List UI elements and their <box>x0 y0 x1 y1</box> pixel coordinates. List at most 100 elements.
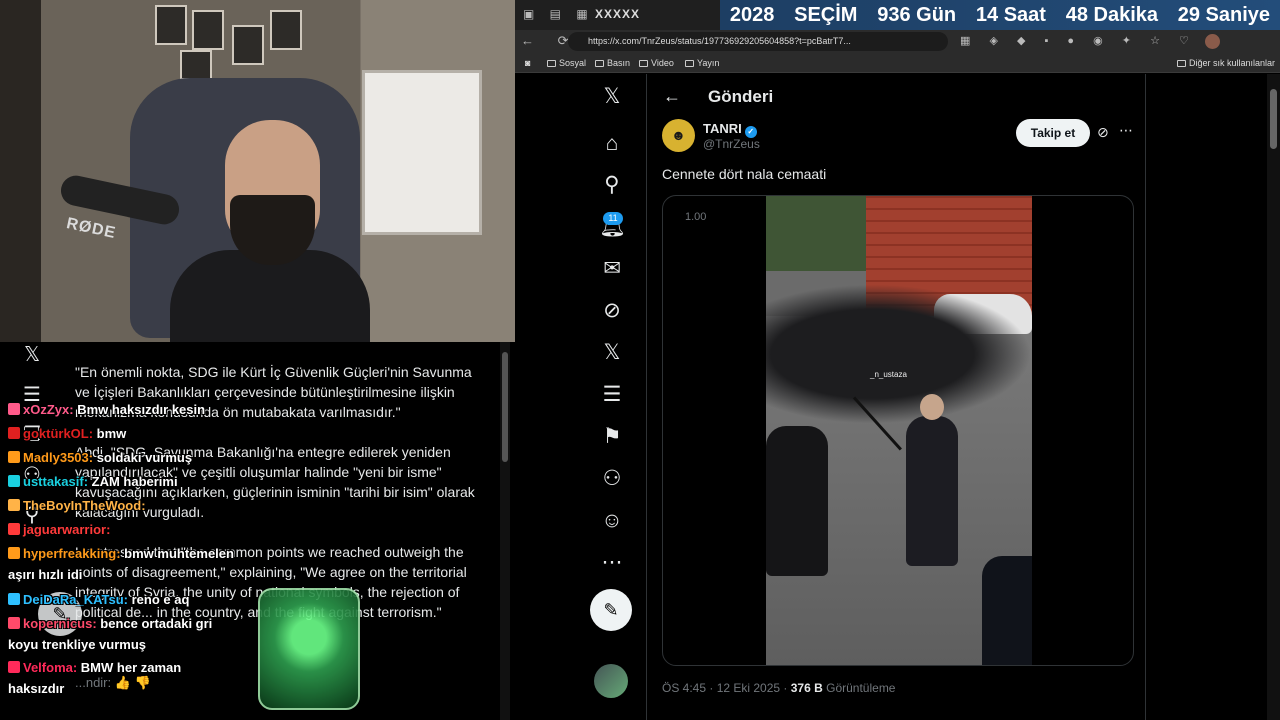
folder-icon <box>547 60 556 67</box>
countdown-label: SEÇİM <box>794 3 858 26</box>
chat-username: TheBoyInTheWood: <box>23 498 146 513</box>
post-text: Cennete dört nala cemaati <box>662 166 827 182</box>
chat-badge-icon <box>8 593 20 605</box>
video-frame[interactable]: _n_ustaza <box>766 196 1032 665</box>
tab-icons[interactable]: ▣ ▤ ▦ <box>523 7 594 21</box>
chat-message: xOzZyx: Bmw haksızdır kesin <box>8 402 205 417</box>
author-name[interactable]: TANRI ✓ <box>703 121 757 138</box>
thumbs-down-icon[interactable]: 👎 <box>135 675 151 690</box>
chat-badge-icon <box>8 661 20 673</box>
tab-strip-label[interactable]: XXXXX <box>595 7 640 21</box>
chat-badge-icon <box>8 403 20 415</box>
chat-text: ZAM haberimi <box>91 474 178 489</box>
notification-badge: 11 <box>603 212 623 225</box>
mail-icon[interactable]: ✉ <box>599 256 625 282</box>
chat-text: aşırı hızlı idi <box>8 567 83 582</box>
chat-text: bence ortadaki gri <box>100 616 213 631</box>
countdown-days: 936 Gün <box>877 3 957 26</box>
bookmark-folder[interactable]: Basın <box>595 58 630 68</box>
countdown-minutes: 48 Dakika <box>1065 3 1158 26</box>
thumbs-up-icon[interactable]: 👍 <box>115 675 131 690</box>
left-scrollbar[interactable] <box>500 342 510 720</box>
folder-icon <box>595 60 604 67</box>
chat-text: bmw muhtemelen <box>124 546 234 561</box>
countdown-hours: 14 Saat <box>975 3 1046 26</box>
chat-message: DeiDaRa_KATsu: reno e aq <box>8 592 189 607</box>
x-logo-icon[interactable]: 𝕏 <box>599 84 625 110</box>
chat-badge-icon <box>8 617 20 629</box>
chat-text: haksızdır <box>8 681 65 696</box>
playback-speed[interactable]: 1.00 <box>685 211 706 223</box>
chat-text: Bmw haksızdır kesin <box>77 402 206 417</box>
post-column: ← Gönderi ☻ TANRI ✓ @TnrZeus Takip et ⊘ ⋯… <box>646 74 1146 720</box>
extension-icons[interactable]: ▦ ◈ ◆ ▪ ● ◉ ✦ ☆ ♡ ◎ <box>960 34 1226 47</box>
home-icon[interactable]: ⌂ <box>599 131 625 157</box>
folder-icon <box>639 60 648 67</box>
whiteboard <box>362 70 482 235</box>
user-avatar[interactable] <box>594 664 628 698</box>
lists-icon[interactable]: ☰ <box>599 382 625 408</box>
back-arrow-icon[interactable]: ← <box>663 86 681 107</box>
more-options-icon[interactable]: ⋯ <box>1119 122 1133 139</box>
bookmark-icon[interactable]: ⚑ <box>599 424 625 450</box>
chat-username: DeiDaRa_KATsu: <box>23 592 132 607</box>
chat-username: xOzZyx: <box>23 402 78 417</box>
page-scrollbar[interactable] <box>1267 74 1280 720</box>
chat-badge-icon <box>8 427 20 439</box>
x-page: 𝕏 ⌂ ⚲ 🔔︎ ✉ ⊘ 𝕏 ☰ ⚑ ⚇ ☺ ⋯ 11 ✎ ← Gönderi … <box>515 74 1280 720</box>
communities-icon[interactable]: ⚇ <box>599 466 625 492</box>
grok-icon[interactable]: ⊘ <box>599 298 625 324</box>
chat-badge-icon <box>8 475 20 487</box>
chat-badge-icon <box>8 547 20 559</box>
chat-username: usttakasif: <box>23 474 92 489</box>
screen: RØDE 𝕏 ☰ ❐ ⚇ ⚲ ⋯ ✎ "En önemli nokta, SDG… <box>0 0 1280 720</box>
folder-icon <box>1177 60 1186 67</box>
chat-username: hyperfreakking: <box>23 546 125 561</box>
chat-message: aşırı hızlı idi <box>8 567 82 582</box>
chat-text: soldaki vurmuş <box>96 450 193 465</box>
streamer <box>170 100 370 342</box>
chat-message: kopernicus: bence ortadaki gri <box>8 616 212 631</box>
address-bar: ← ⟳ https://x.com/TnrZeus/status/1977369… <box>515 30 1280 53</box>
post-stats: ÖS 4:45 · 12 Eki 2025 · 376 B Görüntülem… <box>662 681 896 695</box>
chat-message: jaguarwarrior: <box>8 522 110 537</box>
webcam-feed: RØDE <box>0 0 515 342</box>
chat-text: bmw <box>96 426 127 441</box>
chat-username: goktürkOL: <box>23 426 97 441</box>
chat-text: BMW her zaman <box>80 660 182 675</box>
grok-icon[interactable]: ⊘ <box>1097 124 1109 141</box>
chat-badge-icon <box>8 499 20 511</box>
other-bookmarks[interactable]: Diğer sık kullanılanlar <box>1177 58 1275 68</box>
tab-bar: ▣ ▤ ▦ XXXXX 2028 SEÇİM 936 Gün 14 Saat 4… <box>515 0 1280 30</box>
chat-username: Velfoma: <box>23 660 81 675</box>
chat-username: kopernicus: <box>23 616 101 631</box>
profile-icon[interactable]: ☺ <box>599 508 625 534</box>
wall-frames <box>150 0 320 90</box>
chat-message: koyu trenkliye vurmuş <box>8 637 146 652</box>
x-premium-icon[interactable]: 𝕏 <box>599 340 625 366</box>
countdown-year: 2028 <box>729 3 775 26</box>
post-compose-icon[interactable]: ✎ <box>590 589 632 631</box>
x-logo-icon[interactable]: 𝕏 <box>21 344 43 366</box>
bookmark-folder[interactable]: Yayın <box>685 58 719 68</box>
url-field[interactable]: https://x.com/TnrZeus/status/19773692920… <box>568 32 948 51</box>
follow-button[interactable]: Takip et <box>1016 119 1090 147</box>
more-icon[interactable]: ⋯ <box>599 550 625 576</box>
overlay-jar-animation <box>258 588 360 710</box>
chat-message: Madly3503: soldaki vurmuş <box>8 450 192 465</box>
bookmark-folder[interactable]: Video <box>639 58 674 68</box>
chat-username: Madly3503: <box>23 450 97 465</box>
chat-message: goktürkOL: bmw <box>8 426 126 441</box>
chat-text: koyu trenkliye vurmuş <box>8 637 146 652</box>
search-icon[interactable]: ⚲ <box>599 172 625 198</box>
chat-message: hyperfreakking: bmw muhtemelen <box>8 546 234 561</box>
author-handle[interactable]: @TnrZeus <box>703 137 760 151</box>
bookmark-folder[interactable]: Sosyal <box>547 58 586 68</box>
video-watermark: _n_ustaza <box>870 370 907 379</box>
video-player[interactable]: 1.00 _n_ustaza <box>662 195 1134 666</box>
chat-message: Velfoma: BMW her zaman <box>8 660 181 675</box>
author-avatar[interactable]: ☻ <box>662 119 695 152</box>
browser-profile-avatar[interactable] <box>1205 34 1220 49</box>
article-meta: ...ndir: 👍 👎 <box>75 675 151 690</box>
reading-list-icon[interactable]: ◙ <box>525 58 530 68</box>
